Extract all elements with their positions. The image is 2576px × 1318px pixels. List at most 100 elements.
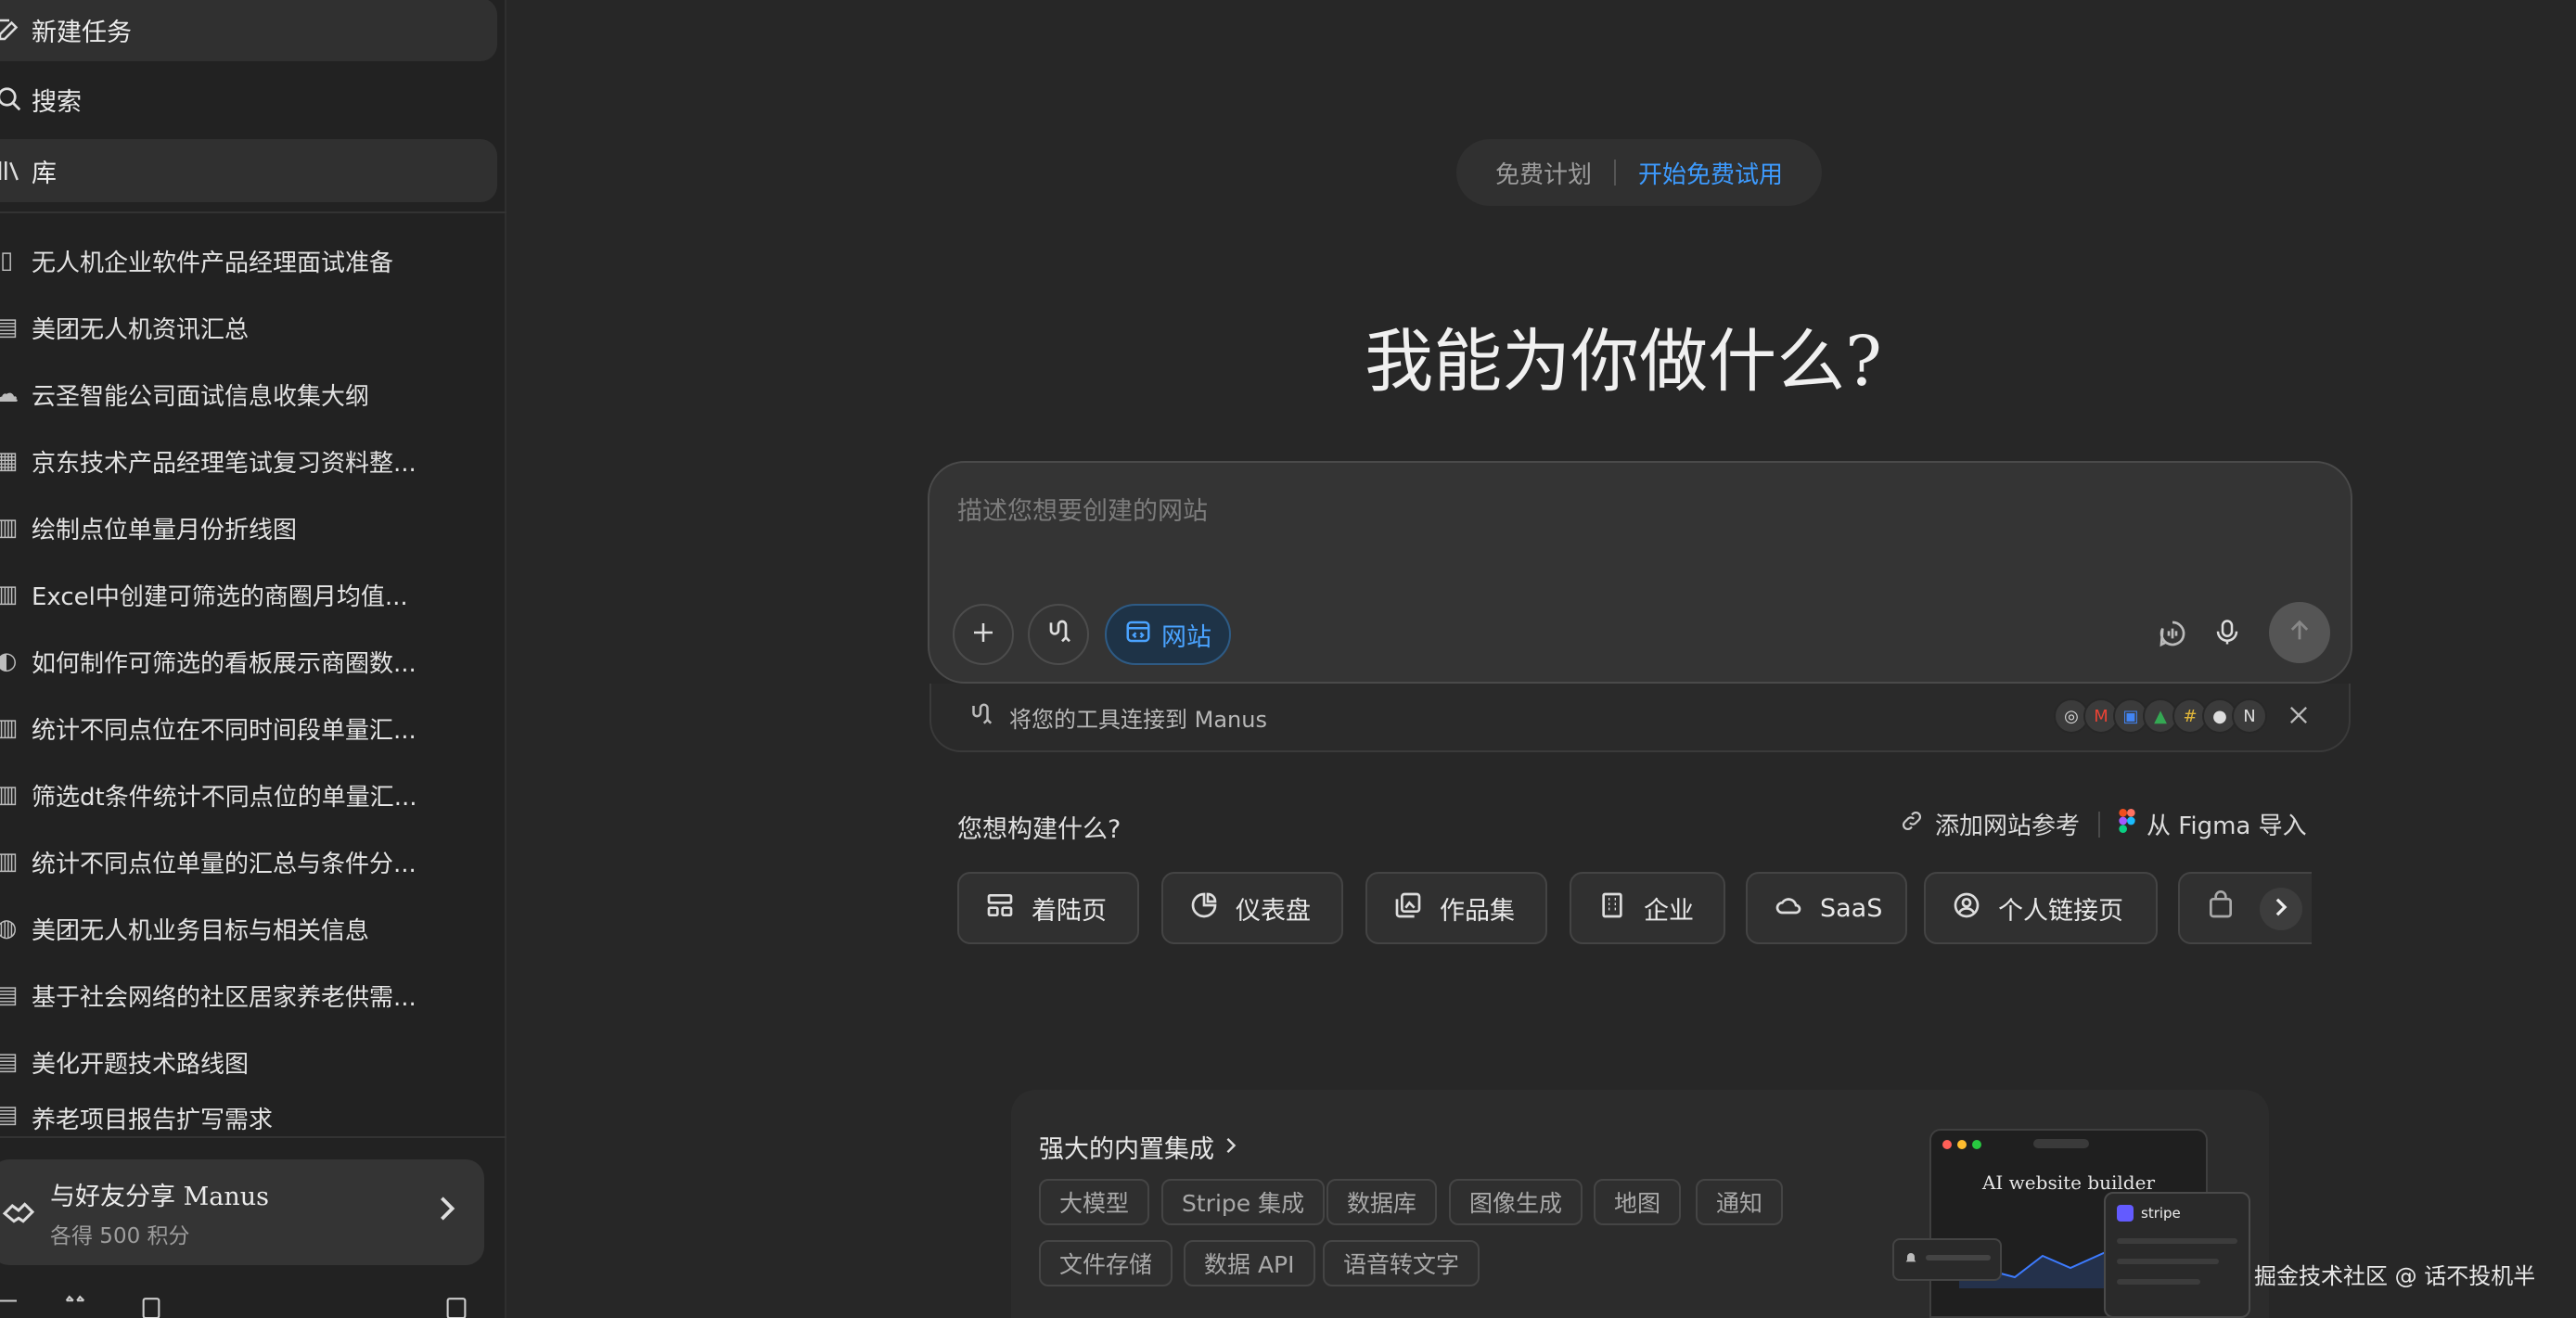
task-item[interactable]: ▤ 养老项目报告扩写需求 xyxy=(0,1101,501,1138)
chevron-right-icon xyxy=(2275,897,2288,921)
new-task-button[interactable]: 新建任务 xyxy=(0,0,497,61)
task-icon: ▥ xyxy=(0,848,19,876)
task-icon: ▤ xyxy=(0,314,19,341)
task-item[interactable]: ▤ 基于社会网络的社区居家养老供需... xyxy=(0,967,501,1023)
integrations-title[interactable]: 强大的内置集成 xyxy=(1039,1129,1237,1165)
grid-icon[interactable] xyxy=(61,1295,89,1318)
voice-chat-icon[interactable] xyxy=(2158,619,2187,652)
build-section-title: 您想构建什么? xyxy=(957,815,1121,844)
search-button[interactable]: 搜索 xyxy=(0,68,497,131)
task-item[interactable]: ▥ 统计不同点位单量的汇总与条件分... xyxy=(0,834,501,889)
window-dot xyxy=(1972,1140,1981,1149)
prompt-input[interactable] xyxy=(957,491,2256,546)
sidebar-bottom-toolbar xyxy=(0,1295,501,1318)
task-label: 云圣智能公司面试信息收集大纲 xyxy=(32,382,370,411)
library-label: 库 xyxy=(32,159,57,188)
category-label: 着陆页 xyxy=(1032,896,1107,926)
figma-import-button[interactable]: 从 Figma 导入 xyxy=(2147,807,2307,841)
building-icon xyxy=(1597,890,1627,927)
sidebar: 新建任务 搜索 库 ▯ 无人机企业软件产品经理面试准备 ▤ 美团无人机资讯汇总 ☁ 云… xyxy=(0,0,506,1318)
hero-title: 我能为你做什么? xyxy=(1365,322,1882,402)
category-landing-page[interactable]: 着陆页 xyxy=(957,872,1139,944)
task-label: 美团无人机业务目标与相关信息 xyxy=(32,916,370,945)
tools-button[interactable] xyxy=(1028,604,1089,665)
task-icon: ▦ xyxy=(0,447,19,475)
tablet-icon[interactable] xyxy=(139,1295,163,1318)
integration-tag[interactable]: 数据 API xyxy=(1184,1240,1315,1286)
task-label: 美团无人机资讯汇总 xyxy=(32,315,250,344)
task-icon: ☁ xyxy=(0,380,19,408)
task-icon: ▤ xyxy=(0,1101,19,1129)
search-icon xyxy=(0,81,28,118)
sidebar-toggle-icon[interactable] xyxy=(0,1295,19,1318)
task-item[interactable]: ◍ 美团无人机业务目标与相关信息 xyxy=(0,901,501,956)
category-link-in-bio[interactable]: 个人链接页 xyxy=(1924,872,2158,944)
figma-icon xyxy=(2119,809,2135,839)
task-item[interactable]: ▥ 统计不同点位在不同时间段单量汇... xyxy=(0,700,501,756)
chevron-right-icon xyxy=(1225,1132,1237,1161)
cloud-icon xyxy=(1774,890,1803,927)
stripe-logo-icon xyxy=(2117,1205,2134,1222)
connect-tools-bar[interactable]: 将您的工具连接到 Manus ◎ M ▣ ▲ # ● N xyxy=(929,684,2351,752)
task-icon: ▤ xyxy=(0,981,19,1009)
task-item[interactable]: ▥ Excel中创建可筛选的商圈月均值... xyxy=(0,567,501,622)
add-attachment-button[interactable] xyxy=(953,604,1014,665)
task-label: 筛选dt条件统计不同点位的单量汇... xyxy=(32,783,417,812)
bell-icon xyxy=(1903,1251,1918,1270)
integration-tag[interactable]: Stripe 集成 xyxy=(1161,1179,1326,1225)
task-label: 无人机企业软件产品经理面试准备 xyxy=(32,249,394,277)
category-portfolio[interactable]: 作品集 xyxy=(1365,872,1547,944)
integration-tag[interactable]: 通知 xyxy=(1696,1179,1784,1225)
share-card[interactable]: 与好友分享 Manus 各得 500 积分 xyxy=(0,1159,484,1265)
connect-tools-label: 将您的工具连接到 Manus xyxy=(1009,706,1267,733)
task-icon: ▥ xyxy=(0,581,19,608)
task-label: 统计不同点位单量的汇总与条件分... xyxy=(32,850,417,878)
task-item[interactable]: ◐ 如何制作可筛选的看板展示商圈数... xyxy=(0,633,501,689)
integration-tag[interactable]: 数据库 xyxy=(1326,1179,1438,1225)
window-icon[interactable] xyxy=(443,1295,469,1318)
task-label: Excel中创建可筛选的商圈月均值... xyxy=(32,582,408,611)
add-website-reference-button[interactable]: 添加网站参考 xyxy=(1935,807,2080,841)
category-dashboard[interactable]: 仪表盘 xyxy=(1161,872,1343,944)
task-icon: ▥ xyxy=(0,514,19,542)
integrations-card[interactable]: 强大的内置集成 大模型 Stripe 集成 数据库 图像生成 地图 通知 文件存… xyxy=(1011,1090,2269,1318)
send-button[interactable] xyxy=(2269,602,2330,663)
task-label: 京东技术产品经理笔试复习资料整... xyxy=(32,449,417,478)
task-item[interactable]: ▤ 美化开题技术路线图 xyxy=(0,1034,501,1090)
task-item[interactable]: ☁ 云圣智能公司面试信息收集大纲 xyxy=(0,366,501,422)
integration-tag[interactable]: 地图 xyxy=(1594,1179,1682,1225)
task-icon: ▥ xyxy=(0,714,19,742)
category-label: 企业 xyxy=(1644,896,1694,926)
task-item[interactable]: ▥ 绘制点位单量月份折线图 xyxy=(0,500,501,556)
sidebar-divider xyxy=(0,211,506,213)
category-label: SaaS xyxy=(1820,893,1883,923)
category-saas[interactable]: SaaS xyxy=(1746,872,1907,944)
integration-tag[interactable]: 大模型 xyxy=(1039,1179,1150,1225)
library-button[interactable]: 库 xyxy=(0,139,497,202)
task-item[interactable]: ▤ 美团无人机资讯汇总 xyxy=(0,300,501,355)
plus-icon xyxy=(969,619,997,650)
plan-separator xyxy=(1614,160,1616,186)
task-item[interactable]: ▦ 京东技术产品经理笔试复习资料整... xyxy=(0,433,501,489)
category-label: 仪表盘 xyxy=(1236,896,1311,926)
microphone-icon[interactable] xyxy=(2213,617,2241,652)
link-icon xyxy=(1900,809,1924,839)
placeholder-line xyxy=(2117,1259,2219,1264)
category-label: 个人链接页 xyxy=(1998,896,2123,926)
start-trial-link[interactable]: 开始免费试用 xyxy=(1638,156,1783,190)
close-icon[interactable] xyxy=(2286,702,2312,732)
task-item[interactable]: ▯ 无人机企业软件产品经理面试准备 xyxy=(0,233,501,288)
website-mode-chip[interactable]: 网站 xyxy=(1105,604,1231,665)
library-icon xyxy=(0,152,28,189)
category-next-button[interactable] xyxy=(2260,888,2302,930)
integration-tag[interactable]: 语音转文字 xyxy=(1323,1240,1480,1286)
stripe-label: stripe xyxy=(2141,1205,2181,1222)
free-plan-label: 免费计划 xyxy=(1494,160,1592,189)
preview-title: AI website builder xyxy=(1981,1171,2156,1194)
integration-tag[interactable]: 图像生成 xyxy=(1449,1179,1583,1225)
category-enterprise[interactable]: 企业 xyxy=(1570,872,1725,944)
integration-tag[interactable]: 文件存储 xyxy=(1039,1240,1173,1286)
task-item[interactable]: ▥ 筛选dt条件统计不同点位的单量汇... xyxy=(0,767,501,823)
share-subtitle: 各得 500 积分 xyxy=(50,1223,190,1248)
stripe-preview-card: stripe xyxy=(2104,1192,2250,1318)
